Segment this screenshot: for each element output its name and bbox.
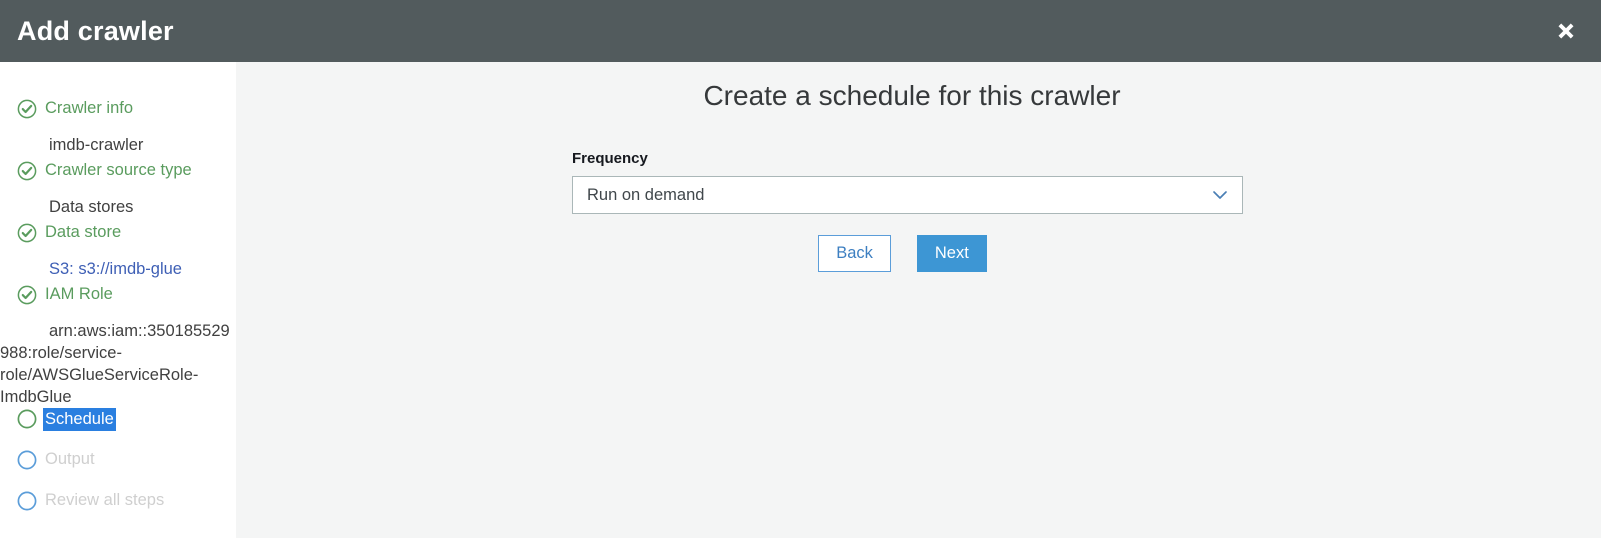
back-button[interactable]: Back <box>818 235 891 272</box>
sidebar-item-label: IAM Role <box>45 285 113 303</box>
sidebar-sub-iam-role: arn:aws:iam::350185529988:role/service-r… <box>0 315 236 408</box>
form-button-row: Back Next <box>572 235 1243 272</box>
empty-circle-blue-icon <box>17 491 37 511</box>
sidebar-item-label: Review all steps <box>45 491 165 509</box>
sidebar-item-label: Data store <box>45 223 122 241</box>
sidebar-sub-label: Data stores <box>49 197 134 216</box>
sidebar-item-label: Crawler info <box>45 99 134 117</box>
close-icon <box>1553 18 1579 44</box>
sidebar-item-label: Crawler source type <box>45 161 192 179</box>
empty-circle-blue-icon <box>17 450 37 470</box>
page-title: Add crawler <box>17 15 174 46</box>
frequency-select[interactable]: Run on demand <box>572 176 1243 214</box>
wizard-steps-sidebar: Crawler info imdb-crawler Crawler source… <box>0 62 236 538</box>
frequency-label: Frequency <box>572 150 648 167</box>
check-circle-icon <box>17 99 37 119</box>
sidebar-sub-crawler-source-type: Data stores <box>0 191 236 222</box>
sidebar-item-review-all-steps[interactable]: Review all steps <box>0 490 236 521</box>
check-circle-icon <box>17 285 37 305</box>
sidebar-item-label: Output <box>45 450 95 468</box>
sidebar-item-data-store[interactable]: Data store <box>0 222 236 253</box>
sidebar-sub-crawler-info: imdb-crawler <box>0 129 236 160</box>
content-heading: Create a schedule for this crawler <box>703 80 1121 111</box>
schedule-form: Frequency Run on demand Back Next <box>572 150 1243 272</box>
empty-circle-green-icon <box>17 409 37 429</box>
sidebar-item-schedule[interactable]: Schedule <box>0 408 236 439</box>
sidebar-sub-data-store: S3: s3://imdb-glue <box>0 253 236 284</box>
main-content: Create a schedule for this crawler Frequ… <box>236 62 1601 538</box>
check-circle-icon <box>17 223 37 243</box>
sidebar-item-iam-role[interactable]: IAM Role <box>0 284 236 315</box>
frequency-selected-value: Run on demand <box>587 185 705 204</box>
sidebar-sub-label: imdb-crawler <box>49 135 144 154</box>
sidebar-item-crawler-source-type[interactable]: Crawler source type <box>0 160 236 191</box>
modal-body: Crawler info imdb-crawler Crawler source… <box>0 62 1601 538</box>
sidebar-sub-label: arn:aws:iam::350185529988:role/service-r… <box>0 322 230 406</box>
sidebar-sub-link[interactable]: S3: s3://imdb-glue <box>0 258 190 280</box>
sidebar-item-crawler-info[interactable]: Crawler info <box>0 98 236 129</box>
add-crawler-modal: Add crawler Crawler info imdb-crawler Cr… <box>0 0 1601 538</box>
sidebar-item-label: Schedule <box>43 408 116 431</box>
chevron-down-icon <box>1210 185 1230 205</box>
modal-header: Add crawler <box>0 0 1601 62</box>
check-circle-icon <box>17 161 37 181</box>
next-button[interactable]: Next <box>916 235 987 272</box>
sidebar-item-output[interactable]: Output <box>0 449 236 480</box>
close-button[interactable] <box>1549 14 1583 48</box>
